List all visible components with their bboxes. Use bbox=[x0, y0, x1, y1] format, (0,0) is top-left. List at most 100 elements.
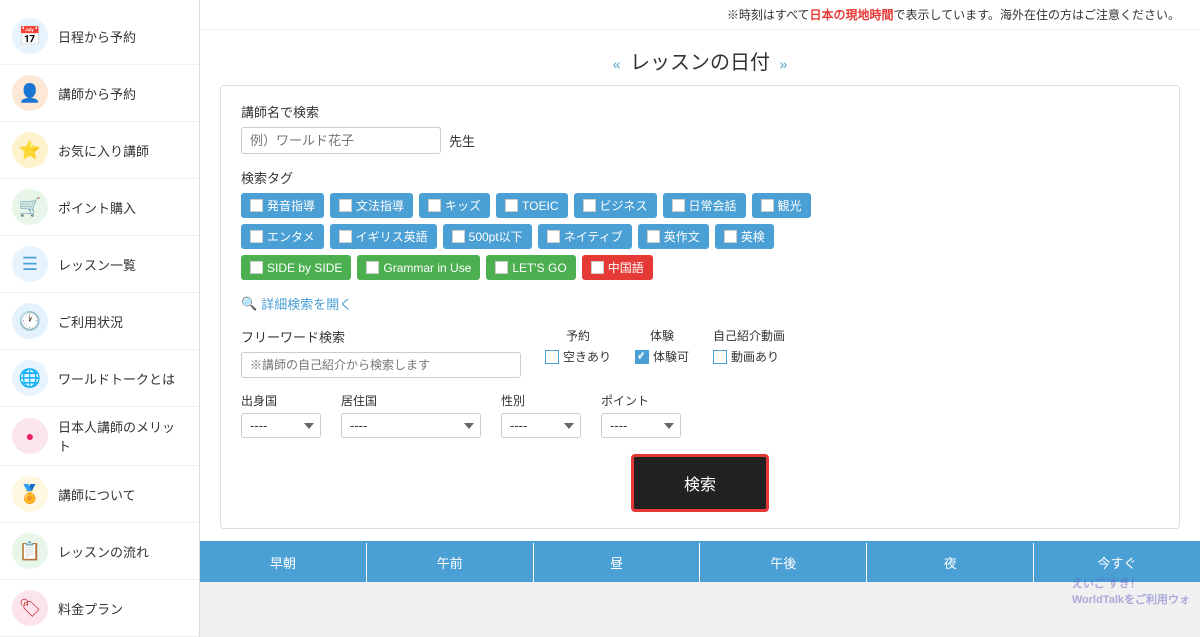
tags-row3: SIDE by SIDE Grammar in Use LET'S GO 中国語 bbox=[241, 255, 1159, 280]
tag-nichijou[interactable]: 日常会話 bbox=[663, 193, 746, 218]
sidebar-item-about[interactable]: 🌐 ワールドトークとは bbox=[0, 350, 199, 407]
search-button[interactable]: 検索 bbox=[631, 454, 769, 512]
time-tab-morning[interactable]: 午前 bbox=[367, 543, 534, 582]
sidebar-label-points: ポイント購入 bbox=[58, 198, 136, 217]
award-icon: 🏅 bbox=[12, 476, 48, 512]
tags-section: 検索タグ 発音指導 文法指導 キッズ TOEIC ビジネス 日常会話 観光 エン… bbox=[241, 168, 1159, 280]
tag-500pt[interactable]: 500pt以下 bbox=[443, 224, 532, 249]
sidebar-item-favorites[interactable]: ⭐ お気に入り講師 bbox=[0, 122, 199, 179]
dropdown-residence-label: 居住国 bbox=[341, 392, 481, 409]
tags-row2: エンタメ イギリス英語 500pt以下 ネイティブ 英作文 英検 bbox=[241, 224, 1159, 249]
dropdown-gender-select[interactable]: ---- bbox=[501, 413, 581, 438]
freeword-input[interactable] bbox=[241, 352, 521, 378]
dropdown-points: ポイント ---- bbox=[601, 392, 681, 438]
dropdown-residence-select[interactable]: ---- bbox=[341, 413, 481, 438]
tag-kanko[interactable]: 観光 bbox=[752, 193, 811, 218]
dropdown-gender: 性別 ---- bbox=[501, 392, 581, 438]
tag-chinese[interactable]: 中国語 bbox=[582, 255, 653, 280]
filter-jiko-check[interactable]: 動画あり bbox=[713, 348, 785, 365]
tag-kids[interactable]: キッズ bbox=[419, 193, 490, 218]
sidebar-label-schedule: 日程から予約 bbox=[58, 27, 136, 46]
time-tab-now[interactable]: 今すぐ bbox=[1034, 543, 1200, 582]
time-tab-noon[interactable]: 昼 bbox=[534, 543, 701, 582]
dropdown-birthcountry-label: 出身国 bbox=[241, 392, 321, 409]
tag-letsgo[interactable]: LET'S GO bbox=[486, 255, 575, 280]
filter-yoyaku: 予約 空きあり bbox=[545, 327, 611, 365]
page-title-text: レッスンの日付 bbox=[630, 52, 770, 74]
main-content: ※時刻はすべて日本の現地時間で表示しています。海外在住の方はご注意ください。 «… bbox=[200, 0, 1200, 582]
tag-eiken[interactable]: 英検 bbox=[715, 224, 774, 249]
search-btn-row: 検索 bbox=[241, 454, 1159, 512]
left-arrow[interactable]: « bbox=[613, 56, 621, 72]
filter-yoyaku-check[interactable]: 空きあり bbox=[545, 348, 611, 365]
tag-grammar[interactable]: Grammar in Use bbox=[357, 255, 480, 280]
tag-igirisu[interactable]: イギリス英語 bbox=[330, 224, 437, 249]
teacher-search-input[interactable] bbox=[241, 127, 441, 154]
dropdown-points-label: ポイント bbox=[601, 392, 681, 409]
dropdown-residence: 居住国 ---- bbox=[341, 392, 481, 438]
sidebar-item-teacher[interactable]: 👤 講師から予約 bbox=[0, 65, 199, 122]
time-tab-night[interactable]: 夜 bbox=[867, 543, 1034, 582]
sidebar-label-teacher: 講師から予約 bbox=[58, 84, 136, 103]
sidebar-item-lessons[interactable]: ☰ レッスン一覧 bbox=[0, 236, 199, 293]
notice-text2: 日本の現地時間 bbox=[810, 8, 894, 22]
calendar-icon: 📅 bbox=[12, 18, 48, 54]
tag-entame[interactable]: エンタメ bbox=[241, 224, 324, 249]
teacher-search-row: 講師名で検索 先生 bbox=[241, 102, 1159, 154]
time-tab-early[interactable]: 早朝 bbox=[200, 543, 367, 582]
sidebar-label-instructor: 講師について bbox=[58, 485, 136, 504]
sidebar-item-merit[interactable]: ● 日本人講師のメリット bbox=[0, 407, 199, 466]
freeword-label: フリーワード検索 bbox=[241, 327, 521, 346]
page-title: « レッスンの日付 » bbox=[200, 30, 1200, 85]
sidebar-item-schedule[interactable]: 📅 日程から予約 bbox=[0, 8, 199, 65]
filter-yoyaku-label: 予約 bbox=[545, 327, 611, 344]
taiken-text: 体験可 bbox=[653, 348, 689, 365]
sidebar-label-usage: ご利用状況 bbox=[58, 312, 123, 331]
notice-text1: ※時刻はすべて bbox=[727, 8, 810, 22]
magnify-icon: 🔍 bbox=[241, 296, 257, 312]
taiken-checkbox[interactable]: ✓ bbox=[635, 350, 649, 364]
jiko-text: 動画あり bbox=[731, 348, 779, 365]
sidebar-item-points[interactable]: 🛒 ポイント購入 bbox=[0, 179, 199, 236]
sidebar-item-flow[interactable]: 📋 レッスンの流れ bbox=[0, 523, 199, 580]
dropdown-birthcountry-select[interactable]: ---- bbox=[241, 413, 321, 438]
filter-taiken-label: 体験 bbox=[635, 327, 689, 344]
dropdown-birthcountry: 出身国 ---- bbox=[241, 392, 321, 438]
dropdown-points-select[interactable]: ---- bbox=[601, 413, 681, 438]
sidebar-label-plan: 料金プラン bbox=[58, 599, 123, 618]
sidebar-label-lessons: レッスン一覧 bbox=[58, 255, 136, 274]
detail-search-link[interactable]: 🔍 詳細検索を開く bbox=[241, 294, 1159, 313]
teacher-suffix: 先生 bbox=[449, 131, 475, 150]
time-tab-afternoon[interactable]: 午後 bbox=[700, 543, 867, 582]
sidebar: 📅 日程から予約 👤 講師から予約 ⭐ お気に入り講師 🛒 ポイント購入 ☰ レ… bbox=[0, 0, 200, 637]
yoyaku-text: 空きあり bbox=[563, 348, 611, 365]
dropdown-gender-label: 性別 bbox=[501, 392, 581, 409]
tag-sidebyside[interactable]: SIDE by SIDE bbox=[241, 255, 351, 280]
sidebar-item-usage[interactable]: 🕐 ご利用状況 bbox=[0, 293, 199, 350]
tag-section-label: 検索タグ bbox=[241, 168, 1159, 187]
right-arrow[interactable]: » bbox=[780, 56, 788, 72]
cart-icon: 🛒 bbox=[12, 189, 48, 225]
filters-row: フリーワード検索 予約 空きあり 体験 ✓ 体験可 bbox=[241, 327, 1159, 378]
star-icon: ⭐ bbox=[12, 132, 48, 168]
tag-toeic[interactable]: TOEIC bbox=[496, 193, 567, 218]
dot-icon: ● bbox=[12, 418, 48, 454]
sidebar-label-flow: レッスンの流れ bbox=[58, 542, 149, 561]
tag-business[interactable]: ビジネス bbox=[574, 193, 657, 218]
yoyaku-checkbox[interactable] bbox=[545, 350, 559, 364]
sidebar-item-instructor[interactable]: 🏅 講師について bbox=[0, 466, 199, 523]
tag-esakubun[interactable]: 英作文 bbox=[638, 224, 709, 249]
tag-bunpou[interactable]: 文法指導 bbox=[330, 193, 413, 218]
globe-icon: 🌐 bbox=[12, 360, 48, 396]
dropdowns-row: 出身国 ---- 居住国 ---- 性別 ---- bbox=[241, 392, 1159, 438]
sidebar-label-merit: 日本人講師のメリット bbox=[58, 417, 187, 455]
tag-native[interactable]: ネイティブ bbox=[538, 224, 632, 249]
filter-jiko: 自己紹介動画 動画あり bbox=[713, 327, 785, 365]
plan-icon: 🏷 bbox=[12, 590, 48, 626]
tag-hatsuon[interactable]: 発音指導 bbox=[241, 193, 324, 218]
filter-taiken-check[interactable]: ✓ 体験可 bbox=[635, 348, 689, 365]
sidebar-label-about: ワールドトークとは bbox=[58, 369, 175, 388]
flow-icon: 📋 bbox=[12, 533, 48, 569]
jiko-checkbox[interactable] bbox=[713, 350, 727, 364]
sidebar-item-plan[interactable]: 🏷 料金プラン bbox=[0, 580, 199, 637]
